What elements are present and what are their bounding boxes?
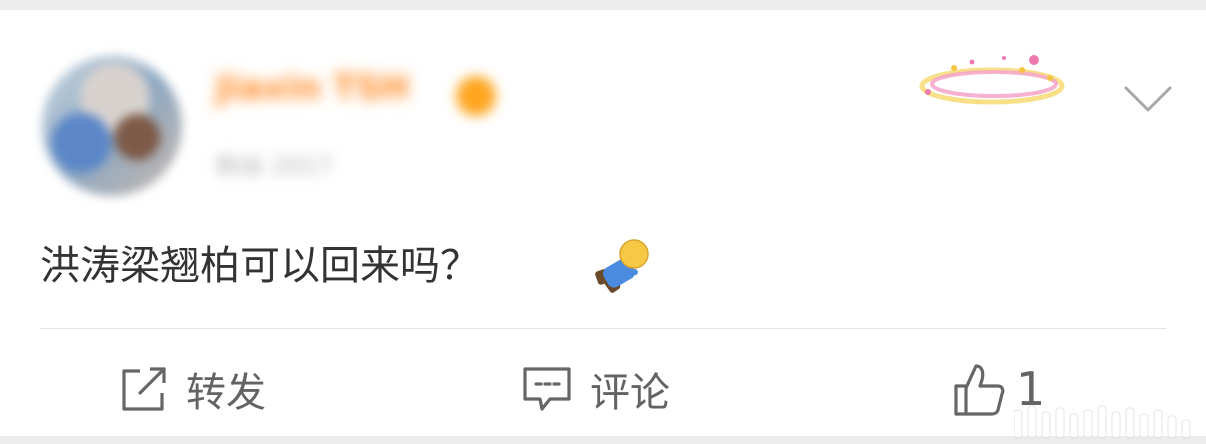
repost-button[interactable]: 转发 — [118, 354, 266, 424]
halo-ring-icon — [919, 55, 1065, 105]
comment-label: 评论 — [590, 370, 670, 416]
post-card: Jiaxin TSH 粉丝 2017 洪涛梁翘柏可以回来吗？ 转发 评论 1 — [0, 10, 1206, 439]
screen: Jiaxin TSH 粉丝 2017 洪涛梁翘柏可以回来吗？ 转发 评论 1 — [0, 0, 1206, 444]
username[interactable]: Jiaxin TSH — [216, 68, 409, 108]
avatar[interactable] — [42, 56, 182, 196]
post-content: 洪涛梁翘柏可以回来吗？ — [40, 243, 480, 289]
share-box-icon — [122, 367, 166, 411]
divider — [40, 328, 1166, 329]
comment-button[interactable]: 评论 — [520, 354, 670, 424]
post-meta: 粉丝 2017 — [216, 152, 333, 180]
repost-label: 转发 — [186, 370, 266, 416]
watermark-icon — [1014, 405, 1191, 439]
thumbs-up-icon — [954, 364, 1005, 416]
speech-bubble-icon — [523, 367, 571, 411]
doge-dead-icon — [595, 239, 649, 293]
verified-badge-icon — [456, 76, 496, 116]
chevron-down-icon[interactable] — [1124, 84, 1172, 114]
